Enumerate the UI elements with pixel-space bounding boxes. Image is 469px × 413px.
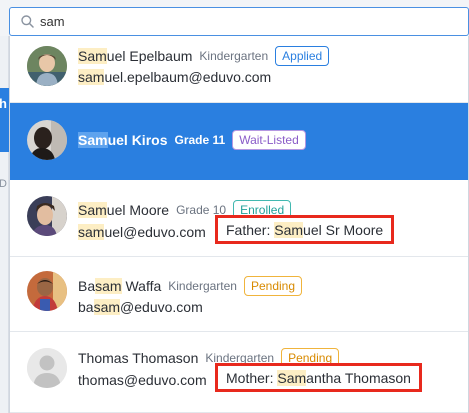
parent-relation-callout: Father: Samuel Sr Moore: [215, 215, 395, 244]
avatar: [27, 120, 67, 160]
avatar: [27, 46, 67, 86]
avatar-placeholder: [27, 348, 67, 388]
result-name: Samuel Epelbaum: [78, 48, 193, 64]
result-email: samuel@eduvo.com: [78, 224, 206, 240]
background-side-fragment: D: [0, 178, 7, 190]
background-header-fragment: h: [0, 96, 7, 111]
result-item[interactable]: Samuel Epelbaum Kindergarten Applied sam…: [10, 36, 468, 103]
status-badge: Wait-Listed: [232, 130, 306, 150]
search-icon: [20, 15, 34, 29]
result-grade: Kindergarten: [168, 279, 237, 293]
result-grade: Grade 11: [174, 133, 226, 147]
result-item[interactable]: Samuel Moore Grade 10 Enrolled samuel@ed…: [10, 180, 468, 257]
result-item[interactable]: Thomas Thomason Kindergarten Pending tho…: [10, 332, 468, 413]
result-name-line: Samuel Epelbaum Kindergarten Applied: [78, 46, 330, 66]
avatar: [27, 196, 67, 236]
background-header: h: [0, 88, 9, 152]
status-badge: Applied: [275, 46, 330, 66]
result-email: basam@eduvo.com: [78, 299, 203, 315]
result-grade: Kindergarten: [199, 49, 269, 63]
search-input[interactable]: [40, 14, 420, 29]
avatar: [27, 271, 67, 311]
result-email: samuel.epelbaum@eduvo.com: [78, 69, 272, 85]
search-bar[interactable]: [9, 7, 469, 36]
result-email: thomas@eduvo.com: [78, 372, 207, 388]
parent-relation-callout: Mother: Samantha Thomason: [215, 363, 422, 392]
result-item-selected[interactable]: Samuel Kiros Grade 11 Wait-Listed: [10, 103, 468, 180]
result-name: Samuel Kiros: [78, 132, 168, 148]
result-name-line: Basam Waffa Kindergarten Pending: [78, 276, 303, 296]
background-panel: h D: [0, 36, 9, 413]
status-badge: Pending: [243, 276, 303, 296]
search-results-dropdown: Samuel Epelbaum Kindergarten Applied sam…: [9, 36, 469, 413]
result-item[interactable]: Basam Waffa Kindergarten Pending basam@e…: [10, 257, 468, 332]
result-name-line: Samuel Kiros Grade 11 Wait-Listed: [78, 130, 306, 150]
result-name: Basam Waffa: [78, 278, 162, 294]
result-name: Thomas Thomason: [78, 350, 199, 366]
result-name: Samuel Moore: [78, 202, 170, 218]
